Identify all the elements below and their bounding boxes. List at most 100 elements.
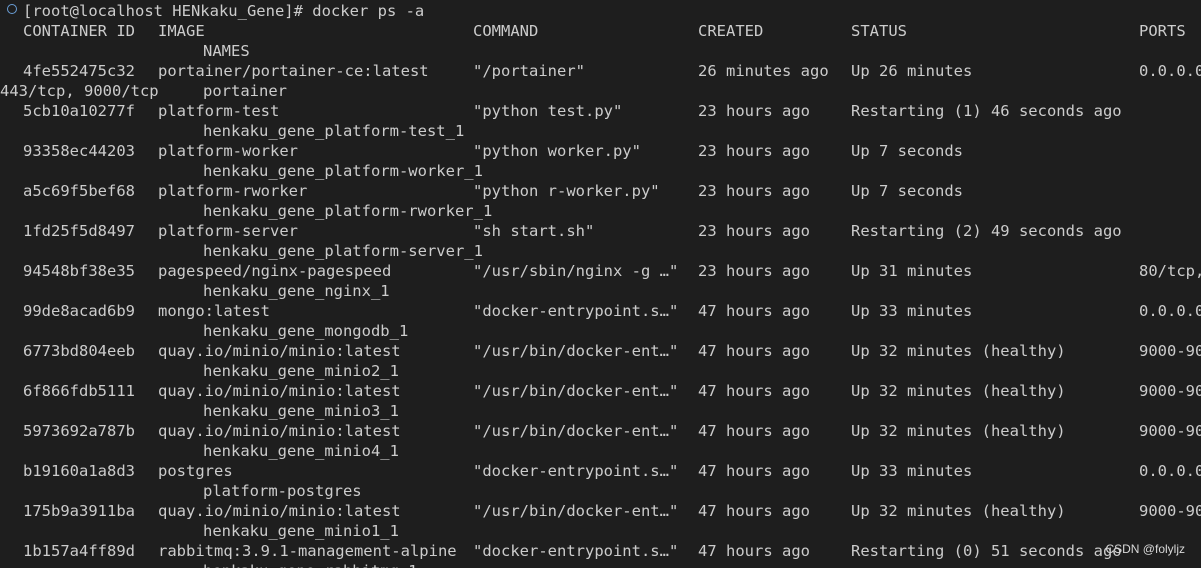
cell-names: henkaku_gene_platform-rworker_1	[203, 202, 493, 220]
terminal-window[interactable]: [root@localhost HENkaku_Gene]# docker ps…	[0, 0, 1201, 568]
cell-created: 23 hours ago	[698, 262, 810, 280]
table-row: 175b9a3911ba quay.io/minio/minio:latest "/…	[0, 501, 1201, 521]
table-row: 99de8acad6b9 mongo:latest "docker-entrypoi…	[0, 301, 1201, 321]
cell-image: quay.io/minio/minio:latest	[158, 382, 401, 400]
cell-command: "docker-entrypoint.s…"	[473, 542, 679, 560]
cell-container-id: 5cb10a10277f	[23, 102, 135, 120]
table-row: b19160a1a8d3 postgres "docker-entrypoint.s…	[0, 461, 1201, 481]
cell-status: Restarting (1) 46 seconds ago	[851, 102, 1122, 120]
cell-status: Up 26 minutes	[851, 62, 973, 80]
table-row-wrap: 443/tcp, 9000/tcp portainer	[0, 81, 1201, 101]
cell-image: rabbitmq:3.9.1-management-alpine	[158, 542, 457, 560]
table-row-wrap: henkaku_gene_mongodb_1	[0, 321, 1201, 341]
table-row-wrap: henkaku_gene_platform-worker_1	[0, 161, 1201, 181]
table-row: a5c69f5bef68 platform-rworker "python r-wo…	[0, 181, 1201, 201]
cell-container-id: 93358ec44203	[23, 142, 135, 160]
cell-image: platform-test	[158, 102, 280, 120]
cell-image: quay.io/minio/minio:latest	[158, 422, 401, 440]
header-command: COMMAND	[473, 22, 539, 40]
cell-container-id: 6773bd804eeb	[23, 342, 135, 360]
cell-container-id: 1fd25f5d8497	[23, 222, 135, 240]
cell-command: "/usr/bin/docker-ent…"	[473, 342, 679, 360]
header-status: STATUS	[851, 22, 907, 40]
table-row-wrap: henkaku_gene_minio2_1	[0, 361, 1201, 381]
cell-image: platform-worker	[158, 142, 298, 160]
cell-container-id: 4fe552475c32	[23, 62, 135, 80]
cell-command: "/usr/bin/docker-ent…"	[473, 422, 679, 440]
cell-status: Restarting (2) 49 seconds ago	[851, 222, 1122, 240]
header-image: IMAGE	[158, 22, 205, 40]
cell-container-id: 6f866fdb5111	[23, 382, 135, 400]
header-ports: PORTS	[1139, 22, 1186, 40]
cell-command: "python worker.py"	[473, 142, 641, 160]
cell-names: henkaku_gene_nginx_1	[203, 282, 390, 300]
table-row-wrap: henkaku_gene_minio1_1	[0, 521, 1201, 541]
cell-image: postgres	[158, 462, 233, 480]
cell-status: Up 32 minutes (healthy)	[851, 422, 1066, 440]
table-row-wrap: henkaku_gene_nginx_1	[0, 281, 1201, 301]
cell-names: henkaku_gene_minio4_1	[203, 442, 399, 460]
cell-image: quay.io/minio/minio:latest	[158, 502, 401, 520]
cell-status: Up 7 seconds	[851, 142, 963, 160]
table-row: 94548bf38e35 pagespeed/nginx-pagespeed "/u…	[0, 261, 1201, 281]
table-row: 4fe552475c32 portainer/portainer-ce:lates…	[0, 61, 1201, 81]
cell-ports: 9000-90	[1139, 382, 1201, 400]
cell-created: 47 hours ago	[698, 542, 810, 560]
cell-names: henkaku_gene_platform-worker_1	[203, 162, 483, 180]
cell-created: 23 hours ago	[698, 142, 810, 160]
cell-image: quay.io/minio/minio:latest	[158, 342, 401, 360]
cell-created: 47 hours ago	[698, 342, 810, 360]
cell-command: "docker-entrypoint.s…"	[473, 462, 679, 480]
cell-command: "/portainer"	[473, 62, 585, 80]
cell-names: henkaku_gene_platform-server_1	[203, 242, 483, 260]
cell-ports: 9000-90	[1139, 342, 1201, 360]
table-header-wrap: NAMES	[0, 41, 1201, 61]
cell-names: henkaku_gene_mongodb_1	[203, 322, 409, 340]
table-row-wrap: henkaku_gene_platform-rworker_1	[0, 201, 1201, 221]
cell-container-id: 99de8acad6b9	[23, 302, 135, 320]
cell-created: 23 hours ago	[698, 222, 810, 240]
cell-ports: 9000-90	[1139, 422, 1201, 440]
table-row-wrap: henkaku_gene_minio4_1	[0, 441, 1201, 461]
cell-names: henkaku_gene_minio2_1	[203, 362, 399, 380]
table-row: 6f866fdb5111 quay.io/minio/minio:latest "/…	[0, 381, 1201, 401]
command-decoration-icon[interactable]	[7, 4, 17, 14]
cell-created: 47 hours ago	[698, 502, 810, 520]
cell-status: Up 33 minutes	[851, 302, 973, 320]
cell-created: 47 hours ago	[698, 382, 810, 400]
cell-image: mongo:latest	[158, 302, 270, 320]
header-names: NAMES	[203, 42, 250, 60]
cell-container-id: 5973692a787b	[23, 422, 135, 440]
cell-ports: 9000-90	[1139, 502, 1201, 520]
cell-ports: 0.0.0.0:8000->8000/tcp, :::8000->8000/tc…	[1139, 62, 1201, 80]
cell-command: "sh start.sh"	[473, 222, 595, 240]
cell-status: Up 32 minutes (healthy)	[851, 502, 1066, 520]
table-row-wrap: henkaku_gene_rabbitmq_1	[0, 561, 1201, 568]
table-header: CONTAINER ID IMAGE COMMAND CREATED STATU…	[0, 21, 1201, 41]
cell-created: 23 hours ago	[698, 102, 810, 120]
table-row-wrap: henkaku_gene_platform-test_1	[0, 121, 1201, 141]
cell-names: henkaku_gene_minio1_1	[203, 522, 399, 540]
cell-ports: 0.0.0.0	[1139, 302, 1201, 320]
cell-command: "/usr/bin/docker-ent…"	[473, 382, 679, 400]
prompt-line: [root@localhost HENkaku_Gene]# docker ps…	[0, 1, 424, 21]
table-row-wrap: henkaku_gene_minio3_1	[0, 401, 1201, 421]
cell-command: "/usr/bin/docker-ent…"	[473, 502, 679, 520]
cell-created: 47 hours ago	[698, 302, 810, 320]
cell-status: Up 32 minutes (healthy)	[851, 382, 1066, 400]
cell-status: Up 33 minutes	[851, 462, 973, 480]
watermark: CSDN @folyljz	[1105, 542, 1185, 556]
table-row: 5973692a787b quay.io/minio/minio:latest "/…	[0, 421, 1201, 441]
cell-container-id: 175b9a3911ba	[23, 502, 135, 520]
table-row: 5cb10a10277f platform-test "python test.py…	[0, 101, 1201, 121]
header-created: CREATED	[698, 22, 764, 40]
cell-container-id: b19160a1a8d3	[23, 462, 135, 480]
cell-status: Up 31 minutes	[851, 262, 973, 280]
cell-names: platform-postgres	[203, 482, 362, 500]
table-row: 6773bd804eeb quay.io/minio/minio:latest "/…	[0, 341, 1201, 361]
cell-container-id: 94548bf38e35	[23, 262, 135, 280]
table-row-wrap: henkaku_gene_platform-server_1	[0, 241, 1201, 261]
cell-container-id: 1b157a4ff89d	[23, 542, 135, 560]
cell-command: "/usr/sbin/nginx -g …"	[473, 262, 679, 280]
cell-image: platform-rworker	[158, 182, 308, 200]
